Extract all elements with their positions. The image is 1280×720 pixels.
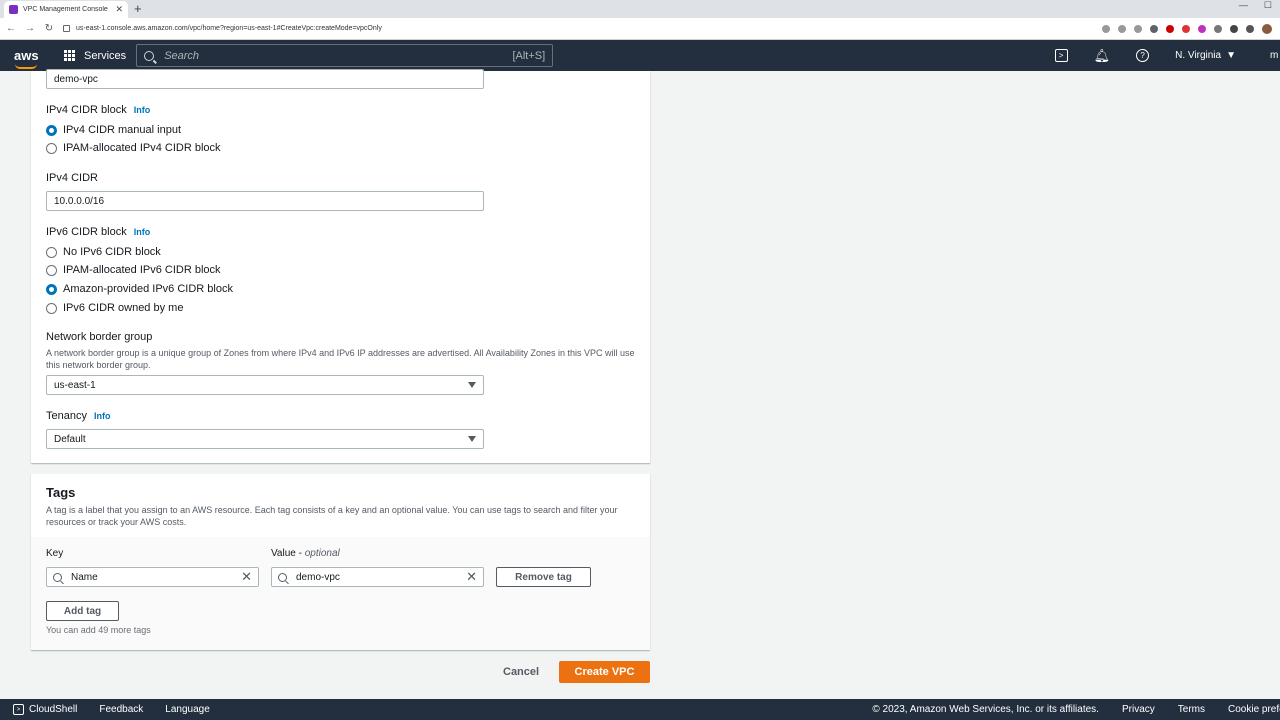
- radio-ipv6-owned[interactable]: IPv6 CIDR owned by me: [46, 302, 183, 314]
- search-input[interactable]: Search [Alt+S]: [136, 44, 554, 67]
- cloudshell-icon: >: [13, 704, 24, 715]
- key-column-label: Key: [46, 548, 64, 559]
- window-controls: — ☐: [1239, 0, 1272, 11]
- value-column-label: Value - optional: [271, 548, 340, 559]
- radio-ipv6-none[interactable]: No IPv6 CIDR block: [46, 246, 161, 258]
- ipv6-cidr-block-label: IPv6 CIDR block Info: [46, 226, 151, 238]
- footer-links: © 2023, Amazon Web Services, Inc. or its…: [872, 704, 1280, 715]
- radio-ipv4-manual[interactable]: IPv4 CIDR manual input: [46, 124, 181, 136]
- vpc-favicon-icon: [9, 5, 18, 14]
- info-link[interactable]: Info: [134, 227, 151, 237]
- reload-icon[interactable]: ↻: [41, 23, 57, 34]
- tags-description: A tag is a label that you assign to an A…: [46, 505, 618, 527]
- new-tab-icon[interactable]: +: [134, 1, 142, 16]
- search-icon: [144, 50, 155, 61]
- console-footer: > CloudShell Feedback Language © 2023, Am…: [0, 699, 1280, 720]
- profile-avatar[interactable]: [1262, 23, 1272, 34]
- info-link[interactable]: Info: [94, 411, 111, 421]
- radio-icon: [46, 142, 57, 154]
- extension-icon[interactable]: [1214, 24, 1222, 33]
- extension-icon[interactable]: [1182, 24, 1190, 33]
- tags-panel: Tags A tag is a label that you assign to…: [31, 474, 650, 650]
- search-placeholder: Search: [164, 49, 200, 62]
- radio-icon: [46, 302, 57, 314]
- lock-icon: [63, 25, 70, 32]
- tag-value-input[interactable]: demo-vpc ✕: [271, 567, 484, 587]
- tenancy-label: Tenancy Info: [46, 410, 111, 422]
- tab-title: VPC Management Console: [23, 6, 108, 13]
- sidepanel-icon[interactable]: [1246, 24, 1254, 33]
- network-border-group-label: Network border group: [46, 331, 153, 343]
- language-link[interactable]: Language: [165, 704, 210, 715]
- forward-icon[interactable]: →: [22, 23, 38, 34]
- tab-close-icon[interactable]: ✕: [115, 4, 123, 15]
- radio-ipv6-ipam[interactable]: IPAM-allocated IPv6 CIDR block: [46, 264, 221, 276]
- tags-heading: Tags: [46, 485, 76, 500]
- minimize-icon[interactable]: —: [1239, 0, 1248, 11]
- cancel-button[interactable]: Cancel: [503, 666, 539, 678]
- bell-icon[interactable]: 🔔︎: [1094, 48, 1111, 64]
- extension-icon[interactable]: [1198, 24, 1206, 33]
- browser-tabstrip: VPC Management Console ✕ + — ☐: [0, 0, 1280, 18]
- extension-icon[interactable]: [1150, 24, 1158, 33]
- network-border-group-select[interactable]: us-east-1: [46, 375, 484, 395]
- back-icon[interactable]: ←: [3, 23, 19, 34]
- grid-icon: [64, 50, 75, 61]
- aws-top-nav: aws Services Search [Alt+S] > 🔔︎ ? N. Vi…: [0, 40, 1280, 71]
- ipv4-cidr-block-label: IPv4 CIDR block Info: [46, 104, 151, 116]
- extension-icon[interactable]: [1166, 24, 1174, 33]
- aws-logo[interactable]: aws: [14, 49, 40, 69]
- caret-down-icon: ▼: [1226, 50, 1236, 61]
- clear-icon[interactable]: ✕: [241, 570, 252, 583]
- info-link[interactable]: Info: [134, 105, 151, 115]
- url-field[interactable]: us-east-1.console.aws.amazon.com/vpc/hom…: [63, 18, 1102, 40]
- create-vpc-button[interactable]: Create VPC: [559, 661, 650, 683]
- remove-tag-button[interactable]: Remove tag: [496, 567, 591, 587]
- search-shortcut: [Alt+S]: [512, 49, 546, 62]
- radio-checked-icon: [46, 124, 57, 136]
- tags-editor: Key Value - optional Name ✕ demo-vpc ✕ R…: [31, 537, 650, 650]
- extension-icons: [1102, 23, 1272, 34]
- ipv4-cidr-label: IPv4 CIDR: [46, 172, 98, 184]
- feedback-link[interactable]: Feedback: [99, 704, 143, 715]
- caret-down-icon: [468, 382, 476, 388]
- header-actions: > 🔔︎ ? N. Virginia ▼ m: [1054, 48, 1280, 64]
- services-label: Services: [84, 49, 127, 62]
- radio-icon: [46, 264, 57, 276]
- browser-tab[interactable]: VPC Management Console ✕: [4, 1, 128, 18]
- search-icon: [53, 572, 62, 582]
- tags-remaining-note: You can add 49 more tags: [46, 625, 151, 635]
- name-tag-input[interactable]: demo-vpc: [46, 69, 484, 89]
- help-icon[interactable]: ?: [1136, 49, 1150, 62]
- tenancy-select[interactable]: Default: [46, 429, 484, 449]
- radio-ipv6-amazon[interactable]: Amazon-provided IPv6 CIDR block: [46, 283, 233, 295]
- region-selector[interactable]: N. Virginia ▼: [1175, 50, 1236, 61]
- cookie-preferences-link[interactable]: Cookie preferences: [1228, 704, 1280, 715]
- share-icon[interactable]: [1118, 24, 1126, 33]
- add-tag-button[interactable]: Add tag: [46, 601, 119, 621]
- cloudshell-icon[interactable]: >: [1054, 49, 1068, 62]
- url-text: us-east-1.console.aws.amazon.com/vpc/hom…: [76, 25, 382, 32]
- star-icon[interactable]: [1134, 24, 1142, 33]
- services-menu[interactable]: Services: [64, 50, 126, 62]
- tag-key-input[interactable]: Name ✕: [46, 567, 259, 587]
- radio-checked-icon: [46, 283, 57, 295]
- radio-icon: [46, 246, 57, 258]
- radio-ipv4-ipam[interactable]: IPAM-allocated IPv4 CIDR block: [46, 142, 221, 154]
- vpc-settings-panel: demo-vpc IPv4 CIDR block Info IPv4 CIDR m…: [31, 69, 650, 463]
- puzzle-icon[interactable]: [1230, 24, 1238, 33]
- terms-link[interactable]: Terms: [1178, 704, 1205, 715]
- cloudshell-link[interactable]: > CloudShell: [13, 704, 77, 715]
- search-icon: [278, 572, 287, 582]
- maximize-icon[interactable]: ☐: [1264, 0, 1272, 11]
- copyright-text: © 2023, Amazon Web Services, Inc. or its…: [872, 704, 1099, 715]
- network-border-group-description: A network border group is a unique group…: [46, 348, 635, 370]
- address-bar: ← → ↻ us-east-1.console.aws.amazon.com/v…: [0, 18, 1280, 40]
- zoom-icon[interactable]: [1102, 24, 1110, 33]
- privacy-link[interactable]: Privacy: [1122, 704, 1155, 715]
- clear-icon[interactable]: ✕: [466, 570, 477, 583]
- caret-down-icon: [468, 436, 476, 442]
- ipv4-cidr-input[interactable]: 10.0.0.0/16: [46, 191, 484, 211]
- account-menu[interactable]: m: [1270, 50, 1280, 61]
